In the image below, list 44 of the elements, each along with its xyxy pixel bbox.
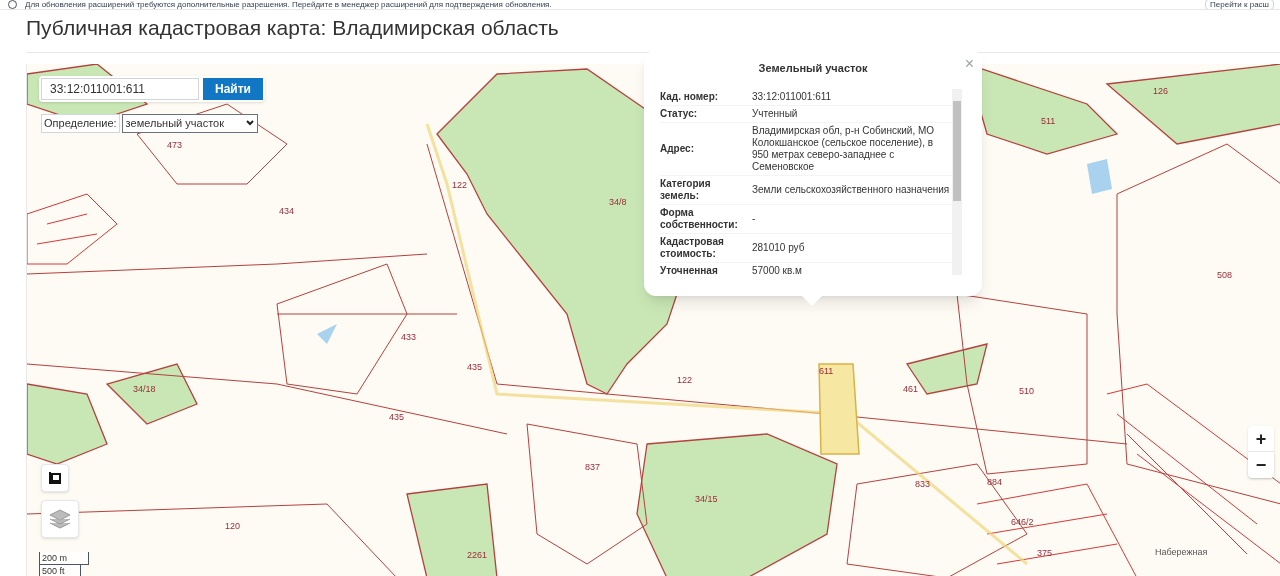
field-value: 281010 руб bbox=[752, 241, 806, 254]
field-value: 33:12:011001:611 bbox=[752, 90, 833, 103]
parcel-number: 508 bbox=[1217, 270, 1233, 280]
parcel-number: 611 bbox=[819, 366, 834, 376]
field-label: Статус: bbox=[660, 107, 699, 120]
parcel-number: 34/8 bbox=[609, 197, 627, 207]
parcel-number: 122 bbox=[452, 180, 468, 190]
scale-bar: 200 m bbox=[39, 552, 89, 565]
popup-title: Земельный участок bbox=[757, 61, 869, 76]
field-value: Земли сельскохозяйственного назначения bbox=[752, 183, 951, 196]
field-label: Категория земель: bbox=[660, 177, 712, 202]
parcel-number: 510 bbox=[1019, 386, 1035, 396]
notice-text: Для обновления расширений требуются дополнительные разрешения. Перейдите в менеджер расширений для подтверждения обновления. bbox=[25, 0, 552, 9]
parcel-number: 884 bbox=[987, 477, 1003, 487]
field-value: - bbox=[752, 212, 757, 225]
field-label: Адрес: bbox=[660, 142, 695, 155]
parcel-number: 126 bbox=[1153, 86, 1169, 96]
field-label: Кадастровая стоимость: bbox=[660, 235, 725, 260]
parcel-number: 435 bbox=[389, 412, 405, 422]
parcel-number: 34/15 bbox=[695, 494, 718, 504]
parcel-number: 646/2 bbox=[1011, 517, 1034, 527]
parcel-number: 435 bbox=[467, 362, 483, 372]
parcel-number: 34/18 bbox=[133, 384, 156, 394]
definition-label: Определение: bbox=[41, 114, 120, 133]
parcel-number: 837 bbox=[585, 462, 601, 472]
field-label: Кад. номер: bbox=[660, 90, 720, 103]
field-label: Уточненная bbox=[660, 264, 719, 275]
parcel-number: 461 bbox=[903, 384, 919, 394]
parcel-number: 511 bbox=[1041, 116, 1056, 126]
parcel-number: 833 bbox=[915, 479, 931, 489]
parcel-number: 120 bbox=[225, 521, 241, 531]
field-value: Владимирская обл, р-н Собинский, МО Колокшанское (сельское поселение), в 950 метрах северо-западнее с Семеновское bbox=[752, 124, 936, 173]
field-value: 57000 кв.м bbox=[752, 264, 803, 275]
parcel-number: 433 bbox=[401, 332, 417, 342]
parcel-number: 434 bbox=[279, 206, 295, 216]
parcel-number: 122 bbox=[677, 375, 693, 385]
parcel-number: 473 bbox=[167, 140, 183, 150]
field-value: Учтенный bbox=[752, 107, 799, 120]
parcel-number: 375 bbox=[1037, 548, 1053, 558]
page-title: Публичная кадастровая карта: Владимирская область bbox=[26, 15, 560, 41]
parcel-number: 2261 bbox=[467, 550, 488, 560]
field-label: Форма собственности: bbox=[660, 206, 739, 231]
scale-bar: 500 ft bbox=[39, 565, 81, 576]
street-name: Набережная bbox=[1155, 546, 1208, 559]
